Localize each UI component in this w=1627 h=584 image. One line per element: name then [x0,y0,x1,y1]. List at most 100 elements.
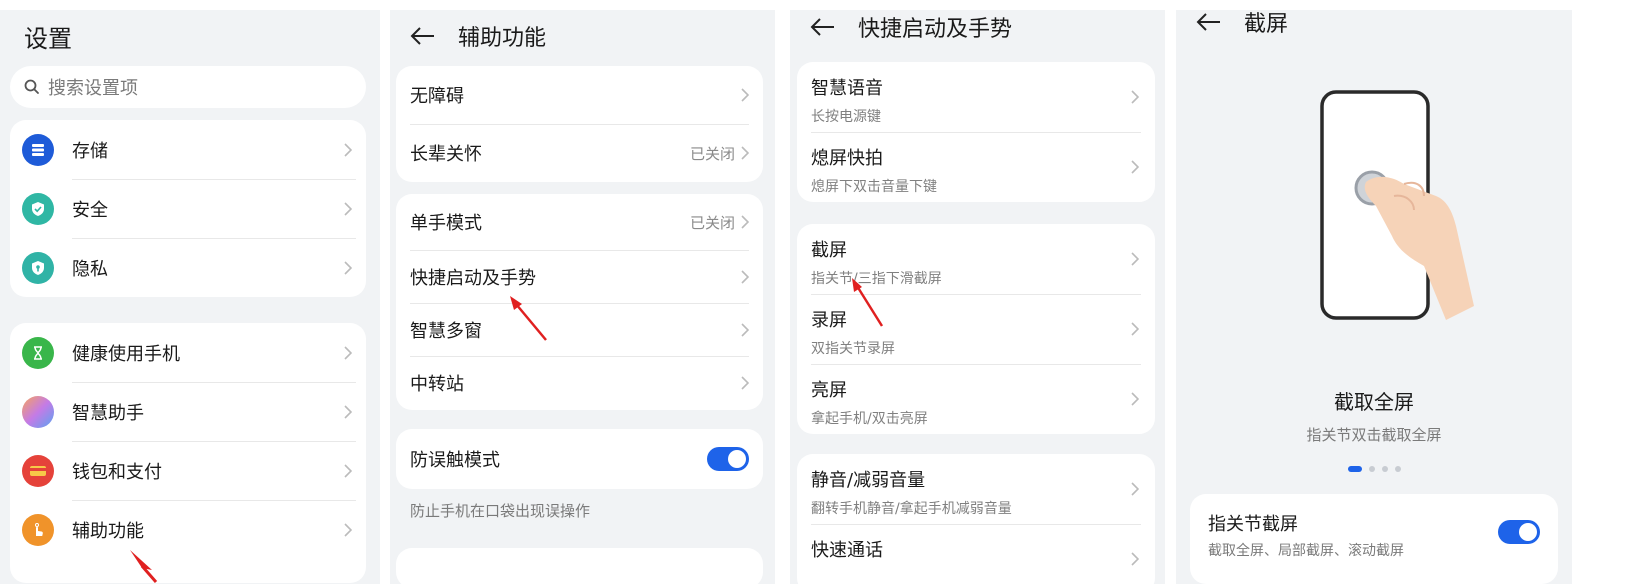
accessibility-group-2: 单手模式 已关闭 快捷启动及手势 智慧多窗 中转站 [396,194,763,410]
settings-item-security[interactable]: 安全 [10,179,366,238]
settings-group-2: 健康使用手机 智慧助手 钱包和支付 辅助功能 [10,323,366,583]
item-shortcuts-gestures[interactable]: 快捷启动及手势 [396,250,763,303]
chevron-right-icon [344,404,352,419]
item-label: 快捷启动及手势 [410,267,536,289]
settings-item-digital-balance[interactable]: 健康使用手机 [10,323,366,382]
item-smart-voice[interactable]: 智慧语音 长按电源键 [797,62,1155,132]
item-accessibility-services[interactable]: 无障碍 [396,66,763,124]
item-status: 已关闭 [689,144,735,163]
item-multi-window[interactable]: 智慧多窗 [396,303,763,356]
item-title: 静音/减弱音量 [811,470,926,491]
mistouch-description: 防止手机在口袋出现误操作 [410,502,591,520]
screenshot-panel: 截屏 截取全屏 指关节双击截取全屏 指关节截屏 截取全屏、局部截屏、滚动截屏 [1176,10,1572,584]
chevron-right-icon [1131,552,1139,566]
page-indicator [1176,466,1572,472]
settings-item-label: 健康使用手机 [72,343,180,365]
chevron-right-icon [1131,482,1139,496]
item-wake-screen[interactable]: 亮屏 拿起手机/双击亮屏 [797,364,1155,434]
item-quick-call[interactable]: 快速通话 [797,524,1155,584]
chevron-right-icon [344,345,352,360]
shortcuts-group-2: 截屏 指关节/三指下滑截屏 录屏 双指关节录屏 亮屏 拿起手机/双击亮屏 [797,224,1155,434]
page-dot [1368,466,1375,472]
settings-item-storage[interactable]: 存储 [10,120,366,179]
settings-item-privacy[interactable]: 隐私 [10,238,366,297]
chevron-right-icon [741,215,749,229]
item-label: 防误触模式 [410,450,500,471]
chevron-right-icon [1131,252,1139,266]
header: 辅助功能 [390,10,775,62]
settings-item-label: 钱包和支付 [72,461,162,483]
item-subtitle: 熄屏下双击音量下键 [811,179,937,195]
item-title: 亮屏 [811,380,847,401]
settings-item-label: 安全 [72,199,108,221]
search-icon [24,79,39,94]
mistouch-card: 防误触模式 [396,429,763,489]
page-title: 辅助功能 [458,26,547,51]
back-arrow-icon[interactable] [1196,12,1222,32]
caption-title: 截取全屏 [1334,390,1414,414]
settings-item-label: 智慧助手 [72,402,144,424]
accessibility-group-1: 无障碍 长辈关怀 已关闭 [396,66,763,182]
item-label: 单手模式 [410,213,482,234]
chevron-right-icon [741,376,749,390]
chevron-right-icon [741,322,749,337]
item-quick-snap[interactable]: 熄屏快拍 熄屏下双击音量下键 [797,132,1155,202]
item-one-hand-mode[interactable]: 单手模式 已关闭 [396,194,763,250]
item-subtitle: 双指关节录屏 [811,341,895,357]
chevron-right-icon [344,142,352,157]
header: 截屏 [1176,10,1572,37]
page-title: 设置 [24,24,72,53]
item-title: 快速通话 [811,540,883,561]
settings-panel: 设置 搜索设置项 存储 安全 隐私 健康使用手机 智慧助手 钱包和支付 辅助功能 [0,10,380,584]
item-title: 熄屏快拍 [811,148,883,169]
item-mistouch-mode: 防误触模式 [396,429,763,489]
header: 快捷启动及手势 [790,12,1165,42]
knuckle-screenshot-toggle[interactable] [1498,520,1540,544]
item-mute-volume[interactable]: 静音/减弱音量 翻转手机静音/拿起手机减弱音量 [797,454,1155,524]
storage-icon [22,134,54,166]
chevron-right-icon [1131,90,1139,104]
knuckle-screenshot-card: 指关节截屏 截取全屏、局部截屏、滚动截屏 [1190,494,1558,584]
red-arrow-annotation [852,278,884,327]
item-title: 智慧语音 [811,78,883,99]
item-label: 无障碍 [410,86,464,107]
shortcuts-panel: 快捷启动及手势 智慧语音 长按电源键 熄屏快拍 熄屏下双击音量下键 截屏 指关节… [790,10,1165,584]
back-arrow-icon[interactable] [410,26,436,46]
back-arrow-icon[interactable] [810,17,836,37]
page-dot-active [1347,466,1362,472]
item-label: 长辈关怀 [410,144,482,165]
chevron-right-icon [1131,322,1139,336]
item-label: 智慧多窗 [410,320,482,342]
next-group-card [396,548,763,584]
item-elder-care[interactable]: 长辈关怀 已关闭 [396,124,763,182]
hourglass-icon [22,337,54,369]
item-subtitle: 拿起手机/双击亮屏 [811,411,928,427]
settings-item-accessibility[interactable]: 辅助功能 [10,500,366,559]
accessibility-panel: 辅助功能 无障碍 长辈关怀 已关闭 单手模式 已关闭 快捷启动及手势 智慧多窗 … [390,10,775,584]
red-arrow-annotation [130,550,158,583]
mistouch-toggle[interactable] [707,447,749,471]
item-subtitle: 长按电源键 [811,109,881,125]
item-status: 已关闭 [689,213,735,232]
assistant-icon [22,396,54,428]
item-transfer-station[interactable]: 中转站 [396,356,763,410]
page-dot [1394,466,1401,472]
wallet-icon [22,455,54,487]
knuckle-screenshot-label: 指关节截屏 [1208,514,1298,535]
settings-item-wallet[interactable]: 钱包和支付 [10,441,366,500]
search-input[interactable]: 搜索设置项 [10,66,366,108]
item-subtitle: 翻转手机静音/拿起手机减弱音量 [811,501,1012,517]
settings-group-1: 存储 安全 隐私 [10,120,366,297]
page-dot [1381,466,1388,472]
chevron-right-icon [344,260,352,275]
settings-item-label: 隐私 [72,258,108,280]
privacy-shield-icon [22,252,54,284]
chevron-right-icon [1131,160,1139,174]
chevron-right-icon [344,463,352,478]
settings-item-label: 辅助功能 [72,520,144,542]
settings-item-label: 存储 [72,140,108,162]
settings-item-assistant[interactable]: 智慧助手 [10,382,366,441]
knuckle-screenshot-subtitle: 截取全屏、局部截屏、滚动截屏 [1208,543,1404,559]
chevron-right-icon [344,522,352,537]
item-label: 中转站 [410,374,464,395]
